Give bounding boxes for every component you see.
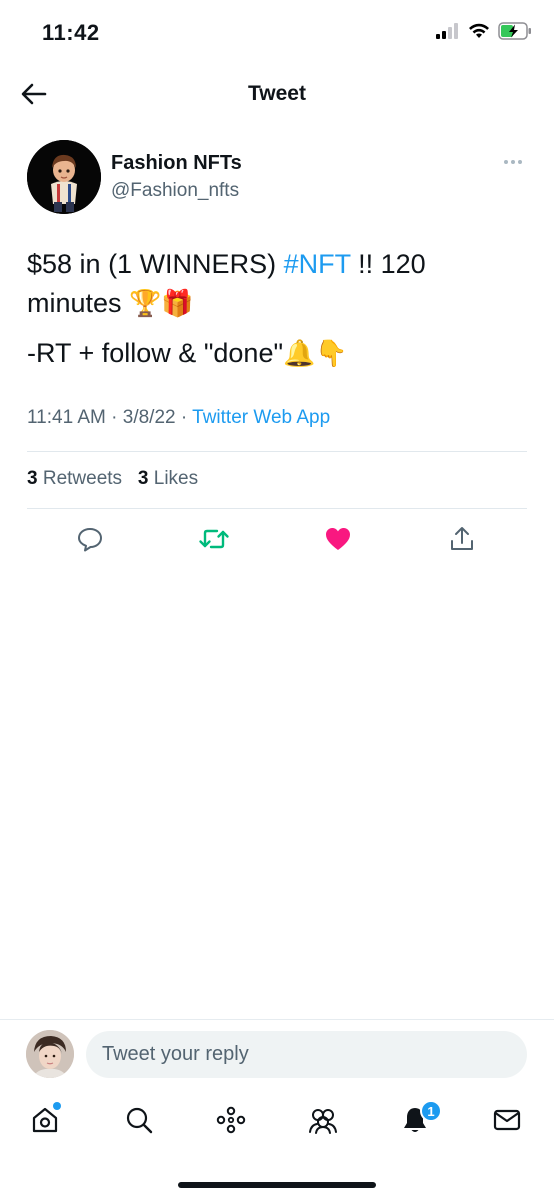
- retweets-label: Retweets: [37, 468, 123, 489]
- tweet-source-link[interactable]: Twitter Web App: [192, 407, 330, 428]
- retweet-button[interactable]: [197, 524, 231, 558]
- tab-search[interactable]: [119, 1102, 159, 1142]
- tab-spaces[interactable]: [211, 1102, 251, 1142]
- meta-separator: ·: [105, 407, 123, 428]
- tweet-text-line: minutes 🏆🎁: [27, 284, 194, 322]
- home-unread-dot: [53, 1102, 61, 1110]
- share-icon: [448, 525, 476, 558]
- author-handle[interactable]: @Fashion_nfts: [111, 180, 239, 202]
- meta-separator: ·: [175, 407, 193, 428]
- status-bar: 11:42: [0, 0, 554, 66]
- nav-header: Tweet: [0, 66, 554, 124]
- retweets-stat[interactable]: 3 Retweets: [27, 468, 122, 489]
- status-icons: [436, 22, 532, 45]
- wifi-icon: [468, 23, 490, 44]
- messages-icon: [492, 1105, 522, 1140]
- bell-pointing-emoji: 🔔👇: [283, 338, 348, 368]
- spaces-icon: [215, 1105, 247, 1140]
- tweet-time: 11:41 AM: [27, 407, 106, 428]
- likes-label: Likes: [148, 468, 199, 489]
- reply-input[interactable]: Tweet your reply: [86, 1031, 527, 1078]
- page-title: Tweet: [248, 82, 306, 105]
- like-icon: [324, 526, 352, 557]
- more-options-button[interactable]: [498, 150, 528, 174]
- tweet-stats: 3 Retweets 3 Likes: [27, 468, 198, 490]
- tweet-text: $58 in (1 WINNERS): [27, 249, 284, 279]
- tweet-text: -RT + follow & "done": [27, 338, 284, 368]
- battery-charging-icon: [498, 22, 532, 45]
- status-time: 11:42: [42, 20, 100, 45]
- tweet-date: 3/8/22: [122, 407, 176, 428]
- more-dot: [504, 160, 508, 164]
- likes-count: 3: [137, 468, 149, 489]
- tweet-text: !! 120: [350, 249, 426, 279]
- trophy-gift-emoji: 🏆🎁: [129, 288, 194, 318]
- divider: [27, 508, 527, 509]
- tweet-text: minutes: [27, 288, 130, 318]
- author-avatar[interactable]: [27, 140, 101, 214]
- home-indicator: [178, 1182, 376, 1188]
- search-icon: [124, 1105, 154, 1140]
- author-name[interactable]: Fashion NFTs: [111, 152, 242, 175]
- divider: [0, 1019, 554, 1020]
- like-button[interactable]: [321, 524, 355, 558]
- tab-communities[interactable]: [303, 1102, 343, 1142]
- reply-button[interactable]: [73, 524, 107, 558]
- retweets-count: 3: [27, 468, 38, 489]
- more-dot: [511, 160, 515, 164]
- reply-icon: [76, 525, 104, 558]
- notifications-badge: 1: [420, 1100, 442, 1122]
- retweet-icon: [198, 525, 230, 558]
- cellular-signal-icon: [436, 23, 460, 44]
- more-dot: [518, 160, 522, 164]
- tweet-meta: 11:41 AM · 3/8/22 · Twitter Web App: [27, 407, 330, 429]
- share-button[interactable]: [445, 524, 479, 558]
- tweet-text-line: $58 in (1 WINNERS) #NFT !! 120: [27, 245, 426, 283]
- communities-icon: [307, 1105, 339, 1140]
- tweet-text-line: -RT + follow & "done"🔔👇: [27, 334, 348, 372]
- likes-stat[interactable]: 3 Likes: [138, 468, 198, 489]
- user-avatar[interactable]: [26, 1030, 74, 1078]
- divider: [27, 451, 527, 452]
- tab-messages[interactable]: [487, 1102, 527, 1142]
- hashtag-link[interactable]: #NFT: [284, 249, 351, 279]
